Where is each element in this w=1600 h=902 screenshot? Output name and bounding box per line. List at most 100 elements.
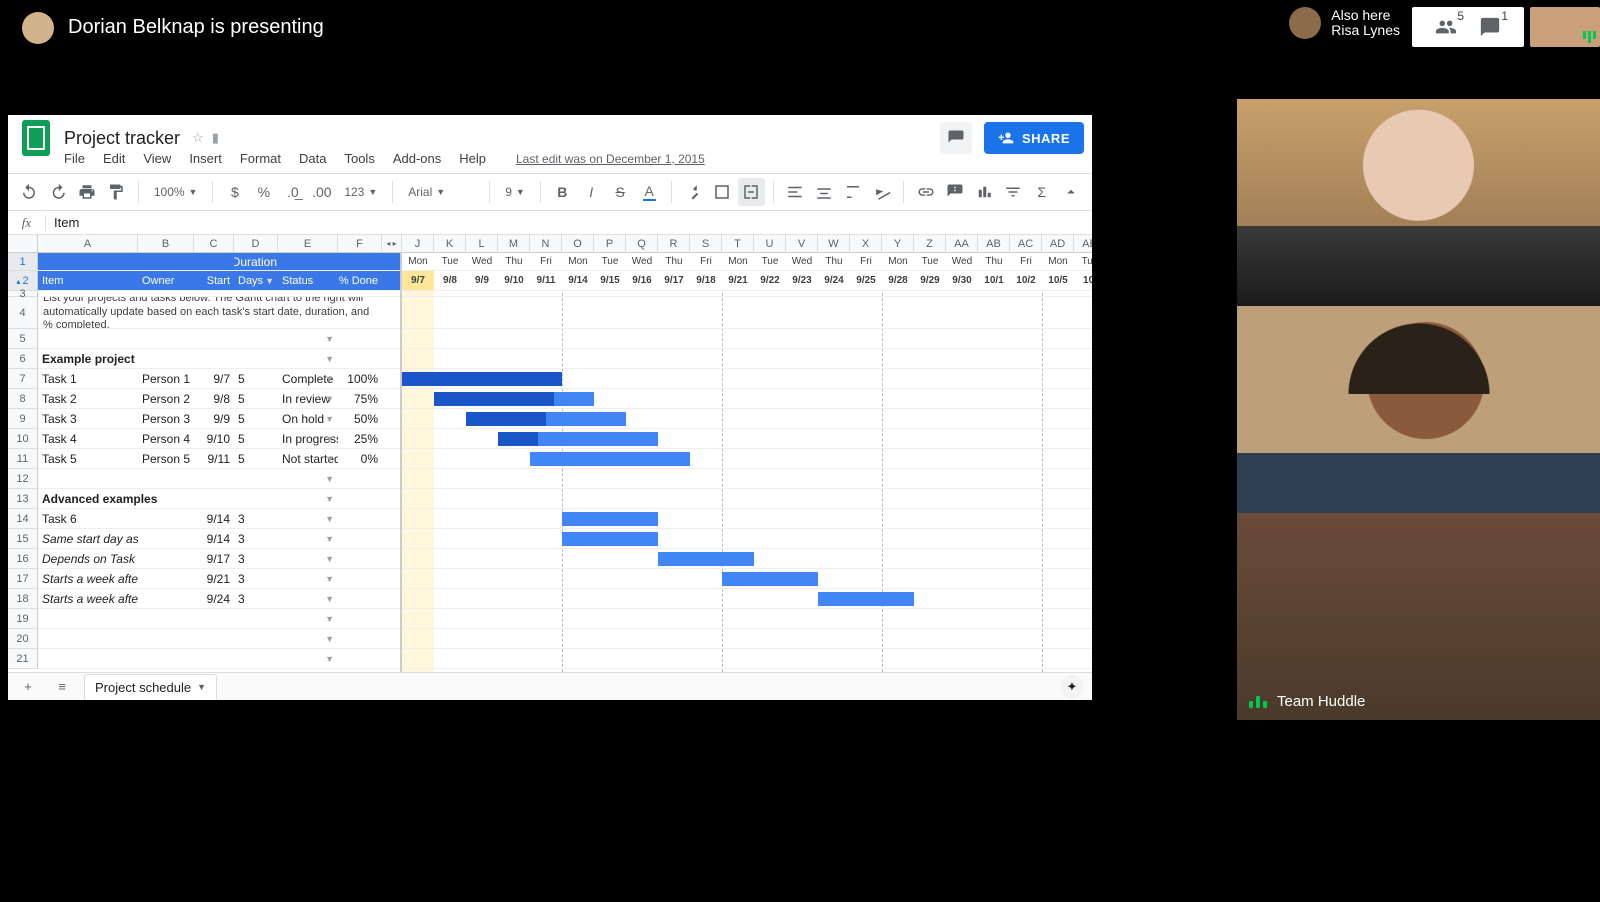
cell[interactable]: Complete▼ [278,369,338,388]
also-here[interactable]: Also here Risa Lynes [1289,7,1400,39]
row-header[interactable]: 6 [8,349,38,369]
cell[interactable]: Task 1 [38,369,138,388]
star-icon[interactable]: ☆ [192,130,204,146]
cell[interactable]: ▼ [278,589,338,608]
cell[interactable]: 5 [234,429,278,448]
col-header[interactable]: M [498,235,530,253]
cell[interactable]: In progress▼ [278,429,338,448]
cell[interactable]: On hold▼ [278,409,338,428]
col-header[interactable]: Z [914,235,946,253]
menu-insert[interactable]: Insert [189,151,222,166]
cell[interactable]: 5 [234,369,278,388]
sheets-logo-icon[interactable] [22,120,50,156]
cell[interactable] [338,549,382,568]
col-header[interactable]: X [850,235,882,253]
col-header[interactable]: C [194,235,234,253]
cell[interactable]: ▼ [278,529,338,548]
cell[interactable]: 5 [234,409,278,428]
doc-name[interactable]: Project tracker [64,128,180,149]
cell[interactable] [138,589,194,608]
cell[interactable]: Person 2 [138,389,194,408]
cell[interactable]: Not started▼ [278,449,338,468]
cell[interactable]: ▼ [278,469,338,488]
cell[interactable] [338,589,382,608]
cell[interactable]: 3 [234,549,278,568]
valign-button[interactable] [810,178,837,206]
col-header[interactable]: L [466,235,498,253]
all-sheets-button[interactable]: ≡ [50,675,74,699]
col-header[interactable]: J [402,235,434,253]
col-header[interactable]: F [338,235,382,253]
last-edit[interactable]: Last edit was on December 1, 2015 [516,152,705,166]
row-header[interactable]: 17 [8,569,38,589]
merge-cells-button[interactable] [738,178,765,206]
fill-color-button[interactable] [680,178,707,206]
add-sheet-button[interactable]: + [16,675,40,699]
cell[interactable]: Starts a week after Task 6 ends [38,589,138,608]
participant-tile[interactable]: Patrick Wynn [1237,99,1600,306]
cell[interactable] [138,569,194,588]
increase-decimal-button[interactable]: .00 [308,178,335,206]
borders-button[interactable] [709,178,736,206]
cell[interactable] [338,509,382,528]
col-header[interactable]: AE [1074,235,1092,253]
col-header[interactable]: W [818,235,850,253]
cell[interactable] [138,509,194,528]
cell[interactable]: 25% [338,429,382,448]
insert-comment-button[interactable] [941,178,968,206]
participant-tile[interactable]: Team Huddle [1237,513,1600,720]
col-header[interactable]: AD [1042,235,1074,253]
insert-chart-button[interactable] [970,178,997,206]
cell[interactable]: 3 [234,569,278,588]
grid[interactable]: ABCDEF◂ ▸JKLMNOPQRSTUVWXYZAAABACADAE 1▴2… [8,235,1092,672]
col-header[interactable]: U [754,235,786,253]
cell[interactable]: 9/7 [194,369,234,388]
col-header[interactable]: P [594,235,626,253]
cell[interactable]: Task 5 [38,449,138,468]
cell[interactable]: 9/14 [194,509,234,528]
row-header[interactable]: 7 [8,369,38,389]
row-header[interactable]: 13 [8,489,38,509]
column-headers[interactable]: ABCDEF◂ ▸JKLMNOPQRSTUVWXYZAAABACADAE [38,235,1092,253]
menu-edit[interactable]: Edit [103,151,125,166]
grid-body[interactable]: Duration:MonTueWedThuFriMonTueWedThuFriM… [38,253,1092,672]
cell[interactable]: 0% [338,449,382,468]
format-percent-button[interactable]: % [250,178,277,206]
format-currency-button[interactable]: $ [221,178,248,206]
row-header[interactable]: 10 [8,429,38,449]
cell[interactable]: 9/17 [194,549,234,568]
cell[interactable]: ▼ [278,569,338,588]
cell[interactable]: Starts a week after Task 6 [38,569,138,588]
row-header[interactable]: 14 [8,509,38,529]
cell[interactable]: ▼ [278,329,338,348]
cell[interactable]: 100% [338,369,382,388]
cell[interactable]: ▼ [278,549,338,568]
cell[interactable]: 9/8 [194,389,234,408]
font-select[interactable]: Arial▼ [401,179,481,205]
menu-tools[interactable]: Tools [344,151,374,166]
chat-button[interactable]: 1 [1468,7,1512,47]
row-header[interactable]: 18 [8,589,38,609]
row-header[interactable]: 4 [8,297,38,329]
fx-icon[interactable]: fx [8,215,46,231]
cell[interactable]: ▼ [278,509,338,528]
hidden-columns-indicator[interactable]: ◂ ▸ [382,235,402,253]
zoom-select[interactable]: 100%▼ [147,179,205,205]
cell[interactable]: Person 5 [138,449,194,468]
filter-button[interactable] [999,178,1026,206]
cell[interactable]: ▼ [278,349,338,368]
col-header[interactable]: V [786,235,818,253]
cell[interactable]: Task 2 [38,389,138,408]
col-header[interactable]: B [138,235,194,253]
col-header[interactable]: E [278,235,338,253]
col-header[interactable]: T [722,235,754,253]
self-video-thumbnail[interactable] [1530,7,1600,47]
select-all-corner[interactable] [8,235,38,253]
collapse-toolbar-button[interactable] [1057,178,1084,206]
print-button[interactable] [74,178,101,206]
cell[interactable]: 3 [234,529,278,548]
menu-view[interactable]: View [143,151,171,166]
cell[interactable]: ▼ [278,649,338,668]
col-header[interactable]: N [530,235,562,253]
cell[interactable]: Task 4 [38,429,138,448]
